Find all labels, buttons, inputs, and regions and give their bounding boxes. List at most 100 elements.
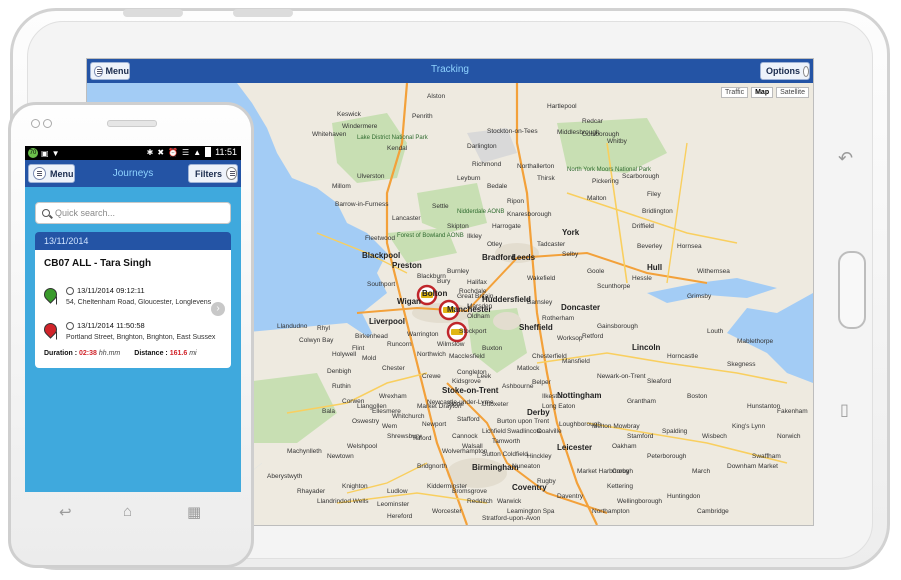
map-label: Daventry xyxy=(557,493,584,500)
tablet-recent-apps-icon[interactable]: ▯ xyxy=(840,400,849,420)
map-label: Belper xyxy=(532,379,551,386)
map-label: Hunstanton xyxy=(747,403,781,410)
map-type-satellite[interactable]: Satellite xyxy=(776,87,809,98)
map-label: Marsden xyxy=(467,303,493,310)
map-label: Sleaford xyxy=(647,378,672,385)
duration-unit: hh.mm xyxy=(98,350,121,357)
map-label: Whitehaven xyxy=(312,131,347,138)
tablet-volume-button xyxy=(123,9,183,17)
map-label: Penrith xyxy=(412,113,433,120)
map-type-map[interactable]: Map xyxy=(751,87,774,98)
quick-search-box xyxy=(35,202,231,224)
map-label: Stafford xyxy=(457,416,480,423)
map-label: Richmond xyxy=(472,161,502,168)
map-label: March xyxy=(692,468,711,475)
map-label: Machynlleth xyxy=(287,448,322,455)
chevron-right-icon[interactable]: › xyxy=(211,302,225,316)
map-label: Fakenham xyxy=(777,408,808,415)
map-label: Alston xyxy=(427,93,446,100)
map-label: Kettering xyxy=(607,483,634,490)
map-label: Burton upon Trent xyxy=(497,418,550,425)
map-label: Grantham xyxy=(627,398,656,405)
map-label: Rhayader xyxy=(297,488,326,495)
map-label: Oakham xyxy=(612,443,637,450)
journey-card[interactable]: CB07 ALL - Tara Singh 13/11/2014 09:12:1… xyxy=(35,250,231,368)
duration-value: 02:38 xyxy=(79,350,97,357)
phone-device: 70 ▣ ▼ ✱ ✖ ⏰ ☰ ▲ 11:51 Menu Journeys Fil… xyxy=(8,102,254,568)
distance-block: Distance : 161.6 mi xyxy=(134,350,196,357)
phone-home-icon[interactable]: ⌂ xyxy=(123,503,132,520)
map-label: Wem xyxy=(382,423,398,430)
map-label: York xyxy=(562,228,580,237)
map-label: Downham Market xyxy=(727,463,778,470)
map-label: Leek xyxy=(477,373,492,380)
map-label: Ashbourne xyxy=(502,383,534,390)
map-label: Filey xyxy=(647,191,661,198)
map-label: Ruthin xyxy=(332,383,351,390)
map-label: Whitby xyxy=(607,138,627,145)
map-type-traffic[interactable]: Traffic xyxy=(721,87,749,98)
map-label: Rochdale xyxy=(459,288,487,295)
map-label: Burnley xyxy=(447,268,470,275)
wifi-icon: ☰ xyxy=(182,147,190,157)
map-label: Grimsby xyxy=(687,293,712,300)
filters-label: Filters xyxy=(195,168,223,179)
map-label: Bedale xyxy=(487,183,508,190)
map-label: Swadlincote xyxy=(507,428,543,435)
signal-icon: ▲ xyxy=(193,147,202,157)
map-label: Hull xyxy=(647,263,663,272)
map-label: Llandrindod Wells xyxy=(317,498,369,505)
map-label: Wrexham xyxy=(379,393,407,400)
map-label: Wigan xyxy=(397,297,421,306)
filters-button[interactable]: Filters xyxy=(188,164,238,183)
end-address: Portland Street, Brighton, Brighton, Eas… xyxy=(66,334,216,341)
phone-back-icon[interactable]: ↩ xyxy=(59,503,72,521)
map-label: Wellingborough xyxy=(617,498,663,505)
end-pin-icon xyxy=(41,320,60,339)
map-label: Ilkley xyxy=(467,233,482,240)
map-label: Scunthorpe xyxy=(597,283,631,290)
map-label: Tamworth xyxy=(492,438,521,445)
bluetooth-icon: ✱ xyxy=(146,147,154,157)
map-label: Long Eaton xyxy=(542,403,576,410)
date-group-header: 13/11/2014 xyxy=(35,232,231,250)
map-label: North York Moors National Park xyxy=(567,167,652,173)
distance-unit: mi xyxy=(189,350,197,357)
map-label: Skipton xyxy=(447,223,469,230)
map-label: Oswestry xyxy=(352,418,380,425)
map-label: Pickering xyxy=(592,178,619,185)
map-label: Llangollen xyxy=(357,403,387,410)
map-label: Mablethorpe xyxy=(737,338,774,345)
map-label: Bridgnorth xyxy=(417,463,447,470)
map-label: Blackpool xyxy=(362,251,401,260)
map-label: Sheffield xyxy=(519,323,553,332)
map-label: Spalding xyxy=(662,428,688,435)
map-label: Newtown xyxy=(327,453,354,460)
quick-search-input[interactable] xyxy=(55,208,215,218)
search-icon xyxy=(42,209,50,217)
map-label: Cannock xyxy=(452,433,478,440)
notification-badge: 70 xyxy=(28,148,38,158)
map-label: Kendal xyxy=(387,145,408,152)
map-label: Bala xyxy=(322,408,336,415)
map-label: Horncastle xyxy=(667,353,699,360)
phone-screen: 70 ▣ ▼ ✱ ✖ ⏰ ☰ ▲ 11:51 Menu Journeys Fil… xyxy=(25,146,241,492)
tablet-home-button[interactable] xyxy=(838,251,866,329)
start-time: 13/11/2014 09:12:11 xyxy=(77,286,145,295)
map-label: Mold xyxy=(362,355,377,362)
clock-icon xyxy=(66,286,74,295)
map-label: Fleetwood xyxy=(365,235,395,242)
map-label: Liverpool xyxy=(369,317,406,326)
map-label: Colwyn Bay xyxy=(299,337,334,344)
map-label: Aberystwyth xyxy=(267,473,303,480)
map-label: Ulverston xyxy=(357,173,385,180)
tablet-options-button[interactable]: Options xyxy=(760,62,810,80)
status-time: 11:51 xyxy=(215,147,237,157)
map-label: Skegness xyxy=(727,361,756,368)
map-label: Northallerton xyxy=(517,163,555,170)
phone-recent-apps-icon[interactable]: ▦ xyxy=(187,503,201,521)
tablet-back-icon[interactable]: ↶ xyxy=(838,148,853,169)
map-label: Southport xyxy=(367,281,396,288)
map-label: Retford xyxy=(582,333,604,340)
map-label: Windermere xyxy=(342,123,378,130)
